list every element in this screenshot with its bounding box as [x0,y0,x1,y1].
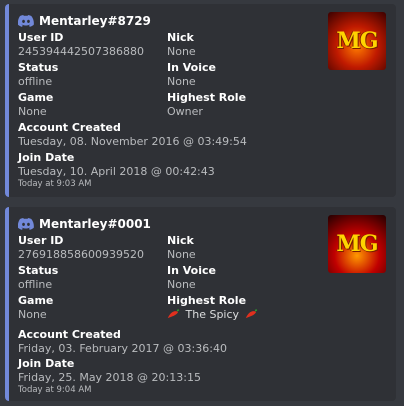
field-label: Join Date [18,357,75,370]
field-highest-role: Highest Role The Spicy [167,294,258,322]
field-label: Highest Role [167,91,247,104]
field-label: User ID [18,31,64,44]
avatar-logo-text: MG [336,231,378,257]
field-highest-role: Highest Role Owner [167,91,246,119]
field-value: None [167,248,196,261]
field-value: None [167,75,196,88]
field-label: Join Date [18,151,75,164]
discord-icon [18,15,34,27]
field-user-id: User ID 245394442507386880 [18,31,144,59]
field-value: None [167,278,196,291]
embed-author: Mentarley#8729 [18,14,151,28]
field-value: offline [18,278,53,291]
embed-footer-timestamp: Today at 9:03 AM [18,179,92,189]
field-value: Friday, 03. February 2017 @ 03:36:40 [18,342,227,355]
field-label: Status [18,264,59,277]
field-value: Tuesday, 10. April 2018 @ 00:42:43 [18,165,215,178]
user-info-embed: Mentarley#8729 MG User ID 24539444250738… [5,4,396,197]
field-user-id: User ID 276918858600939520 [18,234,144,262]
field-account-created: Account Created Friday, 03. February 201… [18,328,227,356]
field-in-voice: In Voice None [167,61,216,89]
field-label: In Voice [167,61,216,74]
field-label: Highest Role [167,294,247,307]
field-value: 276918858600939520 [18,248,144,261]
field-label: User ID [18,234,64,247]
chili-pepper-icon [245,309,257,319]
field-value: None [167,45,196,58]
field-label: Game [18,294,54,307]
field-join-date: Join Date Friday, 25. May 2018 @ 20:13:1… [18,357,201,385]
embed-author: Mentarley#0001 [18,217,151,231]
chili-pepper-icon [167,309,180,319]
field-status: Status offline [18,264,58,292]
field-join-date: Join Date Tuesday, 10. April 2018 @ 00:4… [18,151,215,179]
field-label: Nick [167,31,194,44]
field-label: Status [18,61,59,74]
field-label: Account Created [18,328,121,341]
role-name[interactable]: The Spicy [186,308,240,321]
field-nick: Nick None [167,31,196,59]
field-game: Game None [18,294,53,322]
field-value: Owner [167,105,203,118]
field-value: offline [18,75,53,88]
field-label: In Voice [167,264,216,277]
field-in-voice: In Voice None [167,264,216,292]
field-game: Game None [18,91,53,119]
user-info-embed: Mentarley#0001 MG User ID 27691885860093… [5,207,396,401]
field-value: Tuesday, 08. November 2016 @ 03:49:54 [18,135,247,148]
field-value: The Spicy [167,308,258,322]
author-name[interactable]: Mentarley#8729 [39,14,151,28]
field-account-created: Account Created Tuesday, 08. November 20… [18,121,247,149]
discord-icon [18,218,34,230]
author-name[interactable]: Mentarley#0001 [39,217,151,231]
field-value: Friday, 25. May 2018 @ 20:13:15 [18,371,201,384]
field-label: Game [18,91,54,104]
field-value: None [18,105,47,118]
user-avatar[interactable]: MG [328,215,386,273]
avatar-logo-text: MG [336,28,378,54]
field-value: None [18,308,47,321]
field-nick: Nick None [167,234,196,262]
embed-footer-timestamp: Today at 9:04 AM [18,385,92,395]
field-label: Nick [167,234,194,247]
field-status: Status offline [18,61,58,89]
user-avatar[interactable]: MG [328,12,386,70]
field-label: Account Created [18,121,121,134]
field-value: 245394442507386880 [18,45,144,58]
